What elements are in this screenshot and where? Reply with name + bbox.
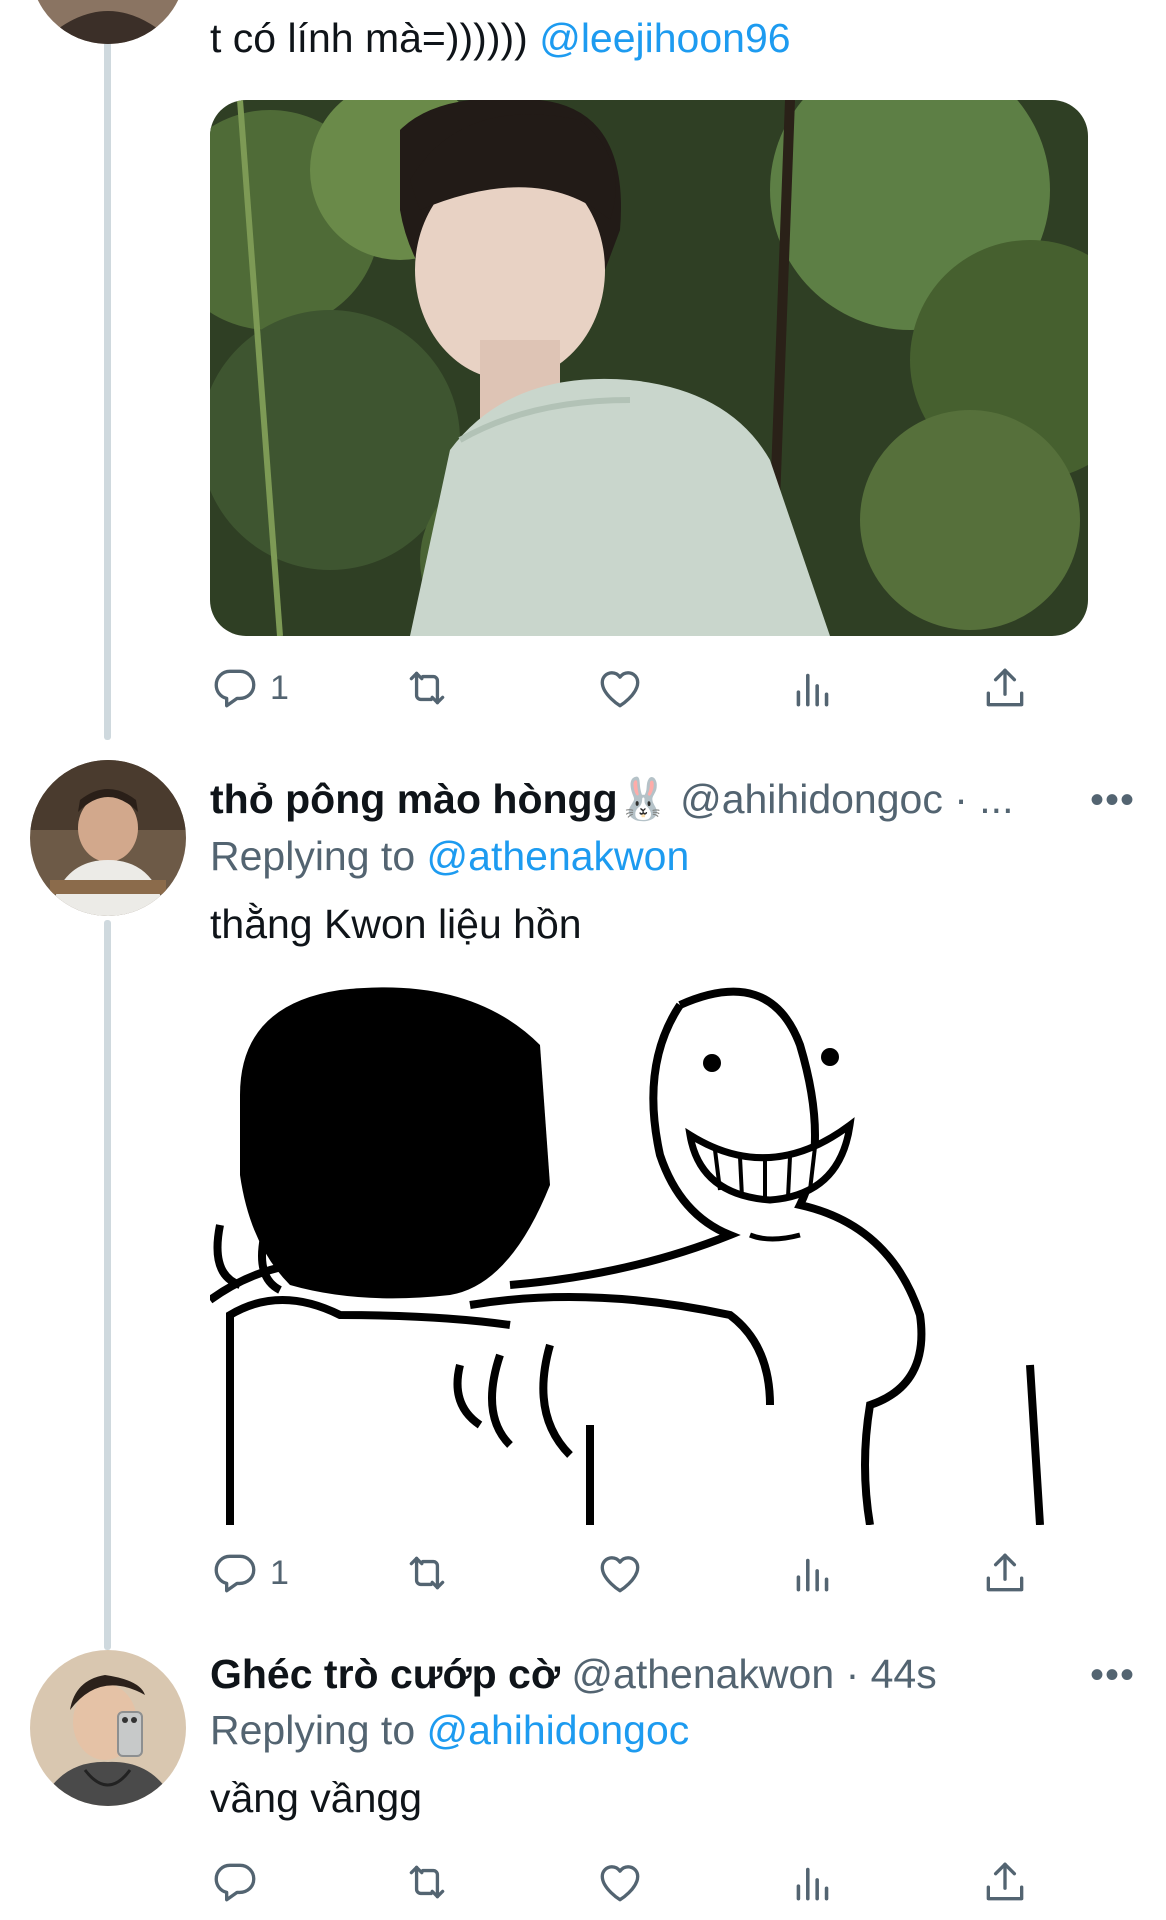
tweet-time: · 44s — [845, 1651, 937, 1697]
avatar[interactable] — [30, 1650, 186, 1806]
replying-to: Replying to @ahihidongoc — [210, 1707, 690, 1753]
thread-line-middle — [104, 920, 111, 1650]
tweet-text: thằng Kwon liệu hồn — [210, 901, 582, 947]
reply-button[interactable] — [210, 1852, 270, 1912]
display-name[interactable]: thỏ pông mào hòngg🐰 — [210, 776, 669, 822]
analytics-button[interactable] — [788, 1543, 838, 1603]
share-button[interactable] — [980, 1543, 1030, 1603]
handle[interactable]: @athenakwon — [571, 1651, 834, 1697]
reply-count: 1 — [270, 1553, 289, 1592]
reply-button[interactable]: 1 — [210, 1543, 289, 1603]
share-button[interactable] — [980, 658, 1030, 718]
avatar[interactable] — [30, 0, 186, 44]
retweet-icon — [402, 663, 452, 713]
tweet-actions: 1 — [210, 1543, 1070, 1603]
retweet-icon — [402, 1548, 452, 1598]
reply-icon — [210, 1548, 260, 1598]
like-icon — [595, 1548, 645, 1598]
reply-icon — [210, 663, 260, 713]
share-button[interactable] — [980, 1852, 1030, 1912]
retweet-button[interactable] — [402, 658, 452, 718]
retweet-icon — [402, 1857, 452, 1907]
like-button[interactable] — [595, 1543, 645, 1603]
tweet-text: vầng vầngg — [210, 1775, 423, 1821]
tweet-actions: 1 — [210, 658, 1070, 718]
reply-button[interactable]: 1 — [210, 658, 289, 718]
replying-to-link[interactable]: @ahihidongoc — [427, 1707, 690, 1753]
display-name[interactable]: Ghéc trò cướp cờ — [210, 1651, 560, 1697]
tweet-actions — [210, 1852, 1070, 1912]
replying-to-link[interactable]: @athenakwon — [427, 833, 690, 879]
replying-to: Replying to @athenakwon — [210, 833, 690, 879]
analytics-icon — [788, 1548, 838, 1598]
mention-link[interactable]: @leejihoon96 — [539, 15, 790, 61]
analytics-icon — [788, 663, 838, 713]
retweet-button[interactable] — [402, 1852, 452, 1912]
thread-line-top — [104, 0, 111, 740]
reply-icon — [210, 1857, 260, 1907]
share-icon — [980, 663, 1030, 713]
analytics-button[interactable] — [788, 1852, 838, 1912]
tweet-photo[interactable] — [210, 100, 1088, 636]
more-icon[interactable]: ••• — [1090, 1653, 1135, 1698]
like-icon — [595, 1857, 645, 1907]
analytics-button[interactable] — [788, 658, 838, 718]
reply-count: 1 — [270, 668, 289, 707]
more-icon[interactable]: ••• — [1090, 778, 1135, 823]
like-icon — [595, 663, 645, 713]
tweet-header: thỏ pông mào hòngg🐰 @ahihidongoc · ... — [210, 775, 1050, 823]
tweet-time: · ... — [954, 776, 1014, 822]
tweet-text: t có lính mà=)))))) @leejihoon96 — [210, 15, 791, 61]
tweet-header: Ghéc trò cướp cờ @athenakwon · 44s — [210, 1650, 937, 1698]
like-button[interactable] — [595, 1852, 645, 1912]
tweet-photo[interactable] — [210, 985, 1088, 1525]
handle[interactable]: @ahihidongoc — [680, 776, 943, 822]
retweet-button[interactable] — [402, 1543, 452, 1603]
avatar[interactable] — [30, 760, 186, 916]
share-icon — [980, 1548, 1030, 1598]
analytics-icon — [788, 1857, 838, 1907]
like-button[interactable] — [595, 658, 645, 718]
share-icon — [980, 1857, 1030, 1907]
